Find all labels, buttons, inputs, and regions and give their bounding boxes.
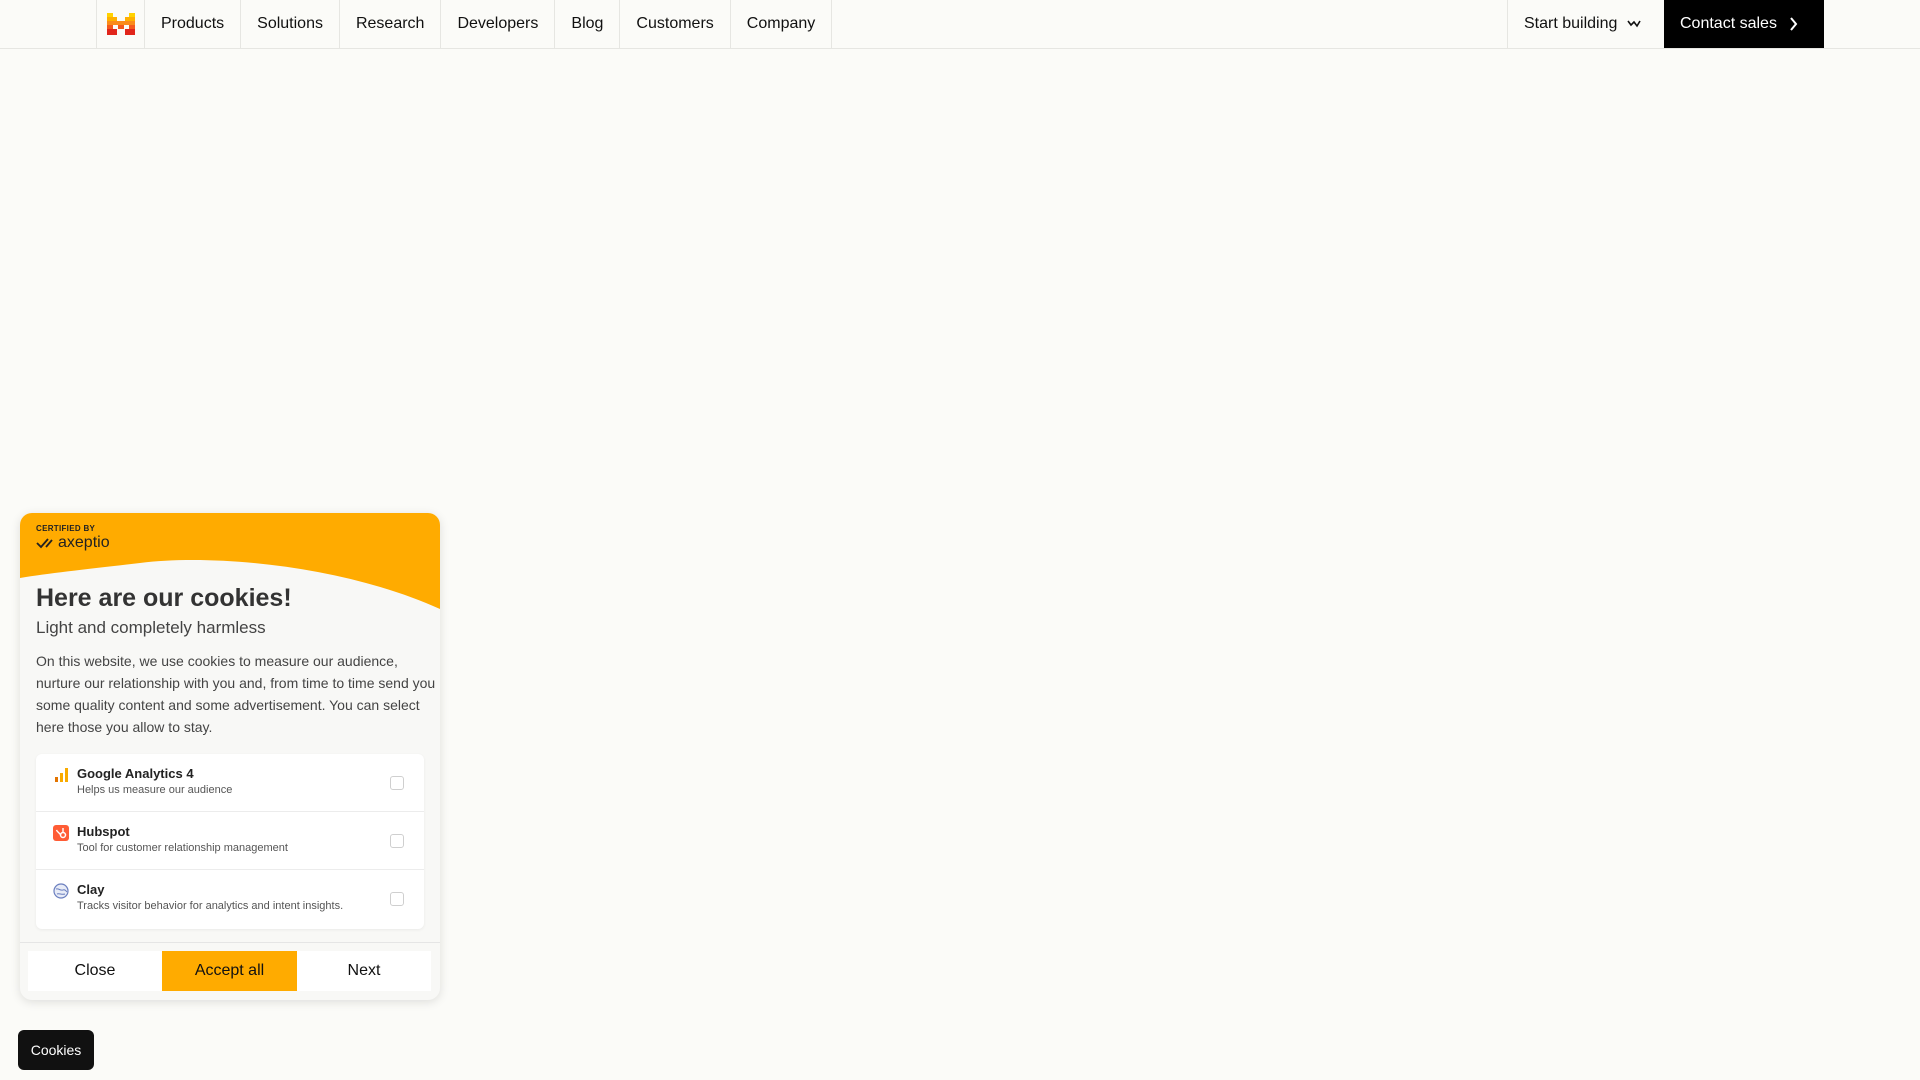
vendor-hubspot-checkbox[interactable] <box>390 834 404 848</box>
vendor-description: Tracks visitor behavior for analytics an… <box>77 900 344 912</box>
vendor-name: Clay <box>77 882 105 897</box>
nav-item-customers[interactable]: Customers <box>620 0 731 48</box>
vendor-google-analytics-checkbox[interactable] <box>390 776 404 790</box>
vendor-clay-checkbox[interactable] <box>390 892 404 906</box>
nav-item-label: Solutions <box>257 15 323 32</box>
nav-left-group: Products Solutions Research Developers B… <box>96 0 833 48</box>
clay-globe-icon <box>53 883 69 899</box>
vendor-hubspot[interactable]: Hubspot Tool for customer relationship m… <box>36 812 424 870</box>
nav-item-label: Customers <box>636 15 714 32</box>
axeptio-brand-name: axeptio <box>58 534 110 551</box>
next-button-label: Next <box>347 962 381 979</box>
next-button[interactable]: Next <box>297 951 431 991</box>
hubspot-icon <box>53 825 69 841</box>
accept-all-button-label: Accept all <box>194 962 265 979</box>
cookie-panel-subtitle: Light and completely harmless <box>36 618 266 637</box>
nav-item-solutions[interactable]: Solutions <box>241 0 340 48</box>
nav-item-company[interactable]: Company <box>731 0 833 48</box>
chevron-right-icon <box>1790 17 1798 31</box>
cookies-settings-button[interactable]: Cookies <box>18 1030 94 1070</box>
close-button-label: Close <box>74 962 116 979</box>
vendor-clay[interactable]: Clay Tracks visitor behavior for analyti… <box>36 870 424 928</box>
certified-by-label: CERTIFIED BY <box>36 524 96 533</box>
brand-logo[interactable] <box>97 0 145 48</box>
start-building-button[interactable]: Start building <box>1507 0 1664 48</box>
panel-divider <box>20 942 440 943</box>
cookie-consent-panel: CERTIFIED BY axeptio Here are our cookie… <box>20 513 440 1000</box>
contact-sales-label: Contact sales <box>1680 15 1777 32</box>
brand-logo-icon <box>106 13 135 35</box>
nav-item-products[interactable]: Products <box>145 0 242 48</box>
nav-item-blog[interactable]: Blog <box>555 0 621 48</box>
vendor-name: Google Analytics 4 <box>77 766 194 781</box>
cookie-panel-actions: Close Accept all Next <box>28 951 431 991</box>
close-button[interactable]: Close <box>28 951 162 991</box>
vendor-description: Tool for customer relationship managemen… <box>77 842 288 854</box>
chevron-down-icon <box>1627 20 1642 28</box>
vendor-description: Helps us measure our audience <box>77 784 233 796</box>
cookie-panel-title: Here are our cookies! <box>36 584 292 612</box>
start-building-label: Start building <box>1524 15 1618 32</box>
nav-item-label: Company <box>746 15 816 32</box>
accept-all-button[interactable]: Accept all <box>162 951 297 991</box>
analytics-bars-icon <box>55 768 68 782</box>
axeptio-logo: axeptio <box>36 534 110 552</box>
axeptio-check-icon <box>36 538 53 549</box>
nav-item-label: Developers <box>457 15 539 32</box>
nav-item-research[interactable]: Research <box>340 0 442 48</box>
nav-item-label: Products <box>161 15 225 32</box>
top-navigation: Products Solutions Research Developers B… <box>0 0 1920 49</box>
nav-item-label: Blog <box>571 15 604 32</box>
nav-right-group: Start building Contact sales <box>1507 0 1824 48</box>
nav-item-label: Research <box>355 15 425 32</box>
contact-sales-button[interactable]: Contact sales <box>1664 0 1824 48</box>
vendor-google-analytics[interactable]: Google Analytics 4 Helps us measure our … <box>36 754 424 812</box>
nav-item-developers[interactable]: Developers <box>441 0 556 48</box>
cookie-vendor-list: Google Analytics 4 Helps us measure our … <box>36 754 424 929</box>
cookie-panel-description: On this website, we use cookies to measu… <box>36 653 436 735</box>
vendor-name: Hubspot <box>77 824 130 839</box>
cookies-settings-label: Cookies <box>30 1042 82 1058</box>
